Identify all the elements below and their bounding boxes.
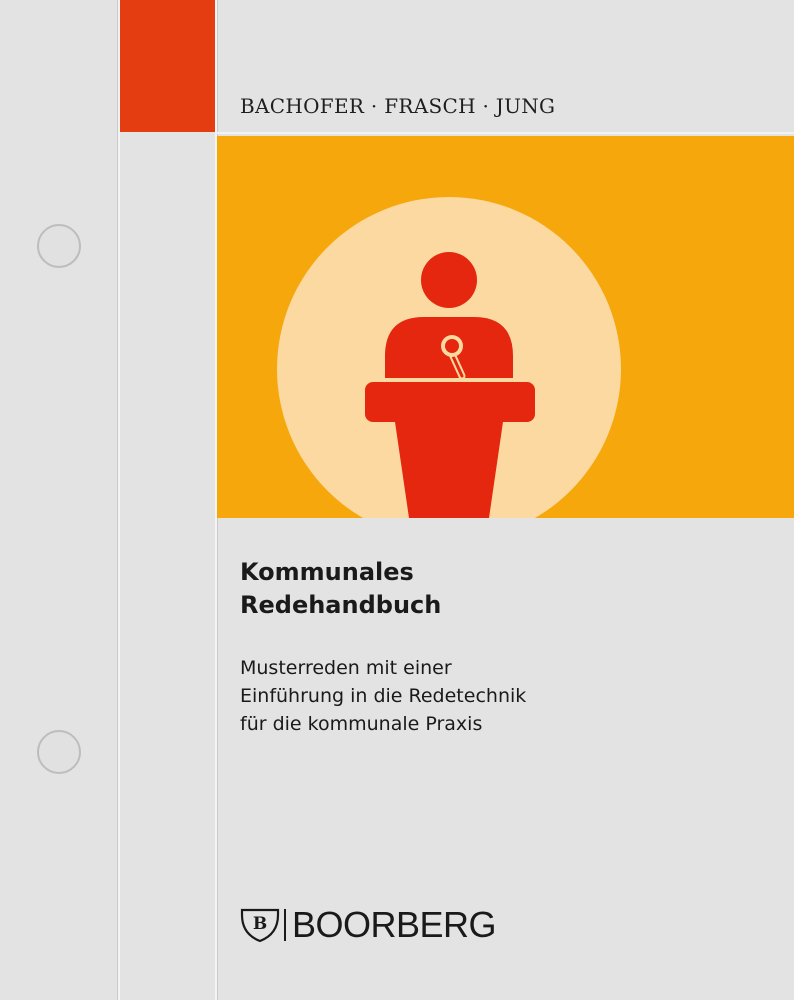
punch-hole xyxy=(37,224,81,268)
red-accent-tab xyxy=(120,0,215,132)
subtitle-line: für die kommunale Praxis xyxy=(240,713,483,735)
authors: BACHOFER · FRASCH · JUNG xyxy=(240,94,556,118)
publisher-logo: B BOORBERG xyxy=(240,904,497,945)
subtitle-line: Musterreden mit einer xyxy=(240,657,452,679)
cover-illustration-banner xyxy=(217,136,794,518)
speaker-at-podium-icon xyxy=(277,197,621,518)
title-line: Kommunales xyxy=(240,558,414,586)
punch-hole xyxy=(37,730,81,774)
header-rule xyxy=(215,132,794,134)
book-title: Kommunales Redehandbuch xyxy=(240,556,441,622)
podium-stand xyxy=(395,422,503,518)
boorberg-emblem-icon: B xyxy=(240,907,280,943)
book-subtitle: Musterreden mit einer Einführung in die … xyxy=(240,654,526,738)
subtitle-line: Einführung in die Redetechnik xyxy=(240,685,527,707)
emblem-letter: B xyxy=(253,914,267,934)
podium-top xyxy=(365,382,535,422)
spine-line xyxy=(118,0,120,1000)
publisher-divider xyxy=(284,909,286,941)
speaker-head xyxy=(421,252,477,308)
publisher-name: BOORBERG xyxy=(292,904,497,945)
book-cover: BACHOFER · FRASCH · JUNG Kommunales Rede… xyxy=(0,0,794,1000)
title-line: Redehandbuch xyxy=(240,591,442,619)
